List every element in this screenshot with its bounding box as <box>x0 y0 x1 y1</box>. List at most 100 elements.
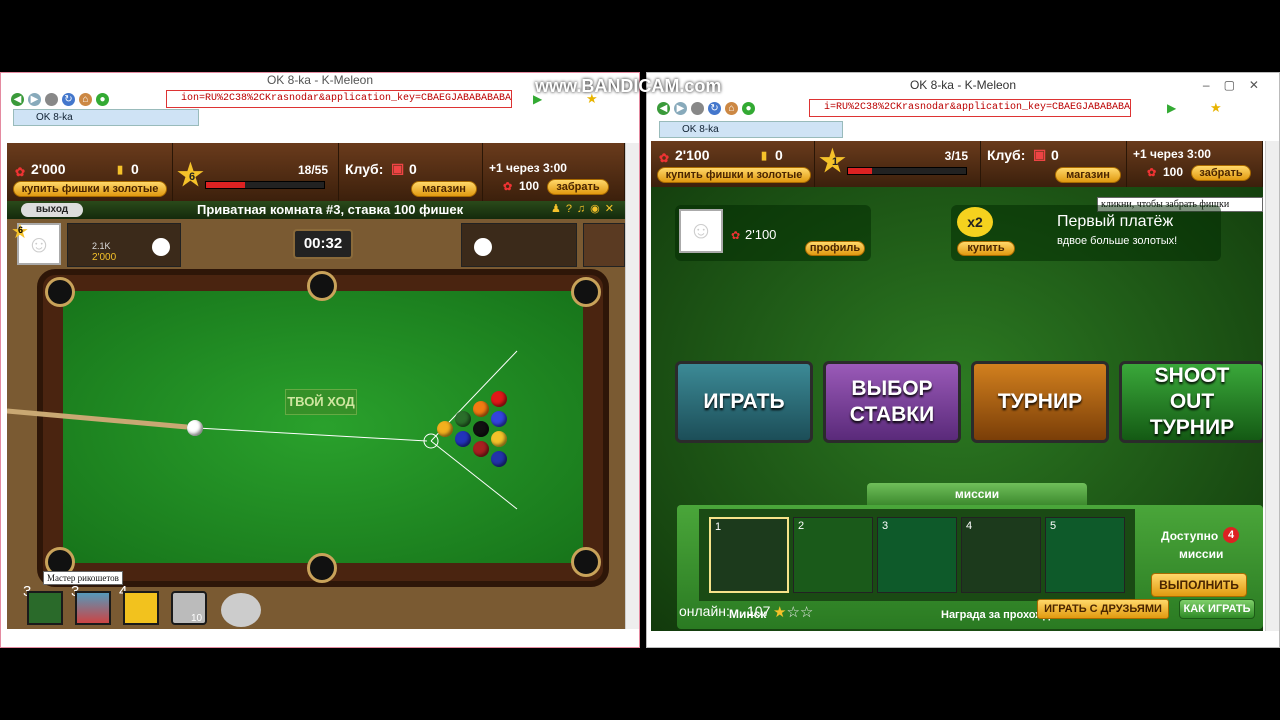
profile-chip-icon: ✿ <box>731 230 741 242</box>
cube-icon[interactable] <box>75 591 111 625</box>
play-with-friends-button[interactable]: ИГРАТЬ С ДРУЗЬЯМИ <box>1037 599 1169 619</box>
available-count-badge: 4 <box>1223 527 1239 543</box>
window-controls[interactable]: –▢✕ <box>1203 73 1273 97</box>
shoot-out-tournament-button[interactable]: SHOOT OUT ТУРНИР <box>1119 361 1263 443</box>
online-label: онлайн: <box>679 603 730 619</box>
mission-number: 2 <box>798 520 805 532</box>
right-browser-window: OK 8-ka - K-Meleon –▢✕ ◀ ▶ ↻ ⌂ ● i=RU%2C3… <box>646 72 1280 648</box>
cue-ball-icon[interactable] <box>221 593 261 627</box>
profile-avatar[interactable]: ☺ <box>679 209 723 253</box>
reload-icon[interactable]: ↻ <box>708 101 721 115</box>
mission-2[interactable]: 2 <box>793 517 873 593</box>
gift-icon: ▣ <box>1033 146 1047 162</box>
buy-chips-button[interactable]: купить фишки и золотые <box>657 167 811 183</box>
missions-tab[interactable]: миссии <box>867 483 1087 505</box>
mission-3[interactable]: 3 <box>877 517 957 593</box>
ruler-icon[interactable] <box>123 591 159 625</box>
forward-icon[interactable]: ▶ <box>674 101 687 115</box>
bonus-chip-icon: ✿ <box>1147 167 1157 179</box>
available-label: Доступно <box>1161 529 1219 543</box>
left-url-input[interactable]: ion=RU%2C38%2CKrasnodar&application_key=… <box>166 90 512 108</box>
gold-value: 0 <box>775 147 783 163</box>
mission-5[interactable]: 5 <box>1045 517 1125 593</box>
mission-number: 4 <box>966 520 973 532</box>
tournament-button[interactable]: ТУРНИР <box>971 361 1109 443</box>
bookmark-icon[interactable]: ★ <box>1210 100 1222 116</box>
right-club-panel: Клуб: ▣ 0 магазин <box>981 141 1127 187</box>
left-tab[interactable]: OK 8-ka <box>13 109 199 126</box>
club-label: Клуб: <box>987 147 1026 163</box>
stop-icon[interactable] <box>45 92 58 106</box>
missions-strip: 1 2 3 4 5 <box>699 509 1135 601</box>
xp-value: 3/15 <box>944 149 968 163</box>
promo-banner: x2 купить Первый платёж вдвое больше зол… <box>951 205 1221 261</box>
choose-stake-button[interactable]: ВЫБОР СТАВКИ <box>823 361 961 443</box>
right-bonus-panel: +1 через 3:00 ✿ 100 забрать <box>1127 141 1263 187</box>
right-url-input[interactable]: i=RU%2C38%2CKrasnodar&application_key=CB… <box>809 99 1131 117</box>
take-bonus-button[interactable]: забрать <box>1191 165 1251 181</box>
ball <box>455 431 471 447</box>
mission-4[interactable]: 4 <box>961 517 1041 593</box>
right-chips-panel: ✿ 2'100 ▮ 0 купить фишки и золотые <box>651 141 815 187</box>
promo-buy-button[interactable]: купить <box>957 241 1015 256</box>
profile-card: ☺ ✿ 2'100 профиль <box>675 205 871 261</box>
right-window-title: OK 8-ka - K-Meleon –▢✕ <box>647 73 1279 97</box>
forward-icon[interactable]: ▶ <box>28 92 41 106</box>
ball <box>455 411 471 427</box>
bandicam-watermark: www.BANDICAM.com <box>535 76 722 96</box>
play-button[interactable]: ИГРАТЬ <box>675 361 813 443</box>
ball <box>473 441 489 457</box>
item-count: 10 <box>191 613 203 624</box>
home-icon[interactable]: ⌂ <box>79 92 92 106</box>
ball <box>491 411 507 427</box>
available-sub: миссии <box>1179 547 1224 561</box>
ball <box>437 421 453 437</box>
rail-aim-icon[interactable] <box>27 591 63 625</box>
globe-icon[interactable]: ● <box>96 92 109 106</box>
mission-number: 5 <box>1050 520 1057 532</box>
level-value: 1 <box>832 156 839 168</box>
back-icon[interactable]: ◀ <box>11 92 24 106</box>
club-value: 0 <box>1051 147 1059 163</box>
bonus-timer: +1 через 3:00 <box>1133 147 1211 161</box>
cue-stick <box>7 408 188 430</box>
online-count: 107 <box>747 603 771 619</box>
left-game-area: ✿ 2'000 ▮ 0 купить фишки и золотые ★ 6 1… <box>7 143 625 629</box>
globe-icon[interactable]: ● <box>742 101 755 115</box>
mission-1[interactable]: 1 <box>709 517 789 593</box>
ball <box>473 401 489 417</box>
powerup-bar: 3 3 4 10 <box>7 583 625 629</box>
right-nav-toolbar: ◀ ▶ ↻ ⌂ ● i=RU%2C38%2CKrasnodar&applicat… <box>647 97 1279 119</box>
ball <box>473 421 489 437</box>
bonus-amount: 100 <box>1163 165 1184 179</box>
xp-bar <box>847 167 967 175</box>
ball <box>491 391 507 407</box>
reload-icon[interactable]: ↻ <box>62 92 75 106</box>
chip-icon: ✿ <box>659 151 670 165</box>
aim-guide <box>7 350 518 510</box>
left-scrollbar[interactable] <box>625 143 639 629</box>
back-icon[interactable]: ◀ <box>657 101 670 115</box>
ball <box>491 431 507 447</box>
ball <box>491 451 507 467</box>
right-title-text: OK 8-ka - K-Meleon <box>909 78 1017 92</box>
home-icon[interactable]: ⌂ <box>725 101 738 115</box>
right-level-panel: ★ 1 3/15 <box>815 141 981 187</box>
mission-number: 3 <box>882 520 889 532</box>
right-tab[interactable]: OK 8-ka <box>659 121 843 138</box>
profile-button[interactable]: профиль <box>805 241 865 256</box>
go-icon[interactable]: ▶ <box>1167 101 1176 115</box>
gold-icon: ▮ <box>761 150 768 162</box>
difficulty-stars-icon: ★☆☆ <box>773 604 814 621</box>
shop-button[interactable]: магазин <box>1055 167 1121 183</box>
x2-badge: x2 <box>957 207 993 237</box>
promo-subtitle: вдвое больше золотых! <box>1057 235 1178 247</box>
right-scrollbar[interactable] <box>1265 141 1279 631</box>
how-to-play-button[interactable]: КАК ИГРАТЬ <box>1179 599 1255 619</box>
complete-mission-button[interactable]: ВЫПОЛНИТЬ <box>1151 573 1247 597</box>
cue-ball[interactable] <box>187 420 203 436</box>
mission-number: 1 <box>715 521 722 533</box>
profile-chips: 2'100 <box>745 227 777 242</box>
left-browser-window: OK 8-ka - K-Meleon ◀ ▶ ↻ ⌂ ● ion=RU%2C38… <box>0 72 640 648</box>
stop-icon[interactable] <box>691 101 704 115</box>
